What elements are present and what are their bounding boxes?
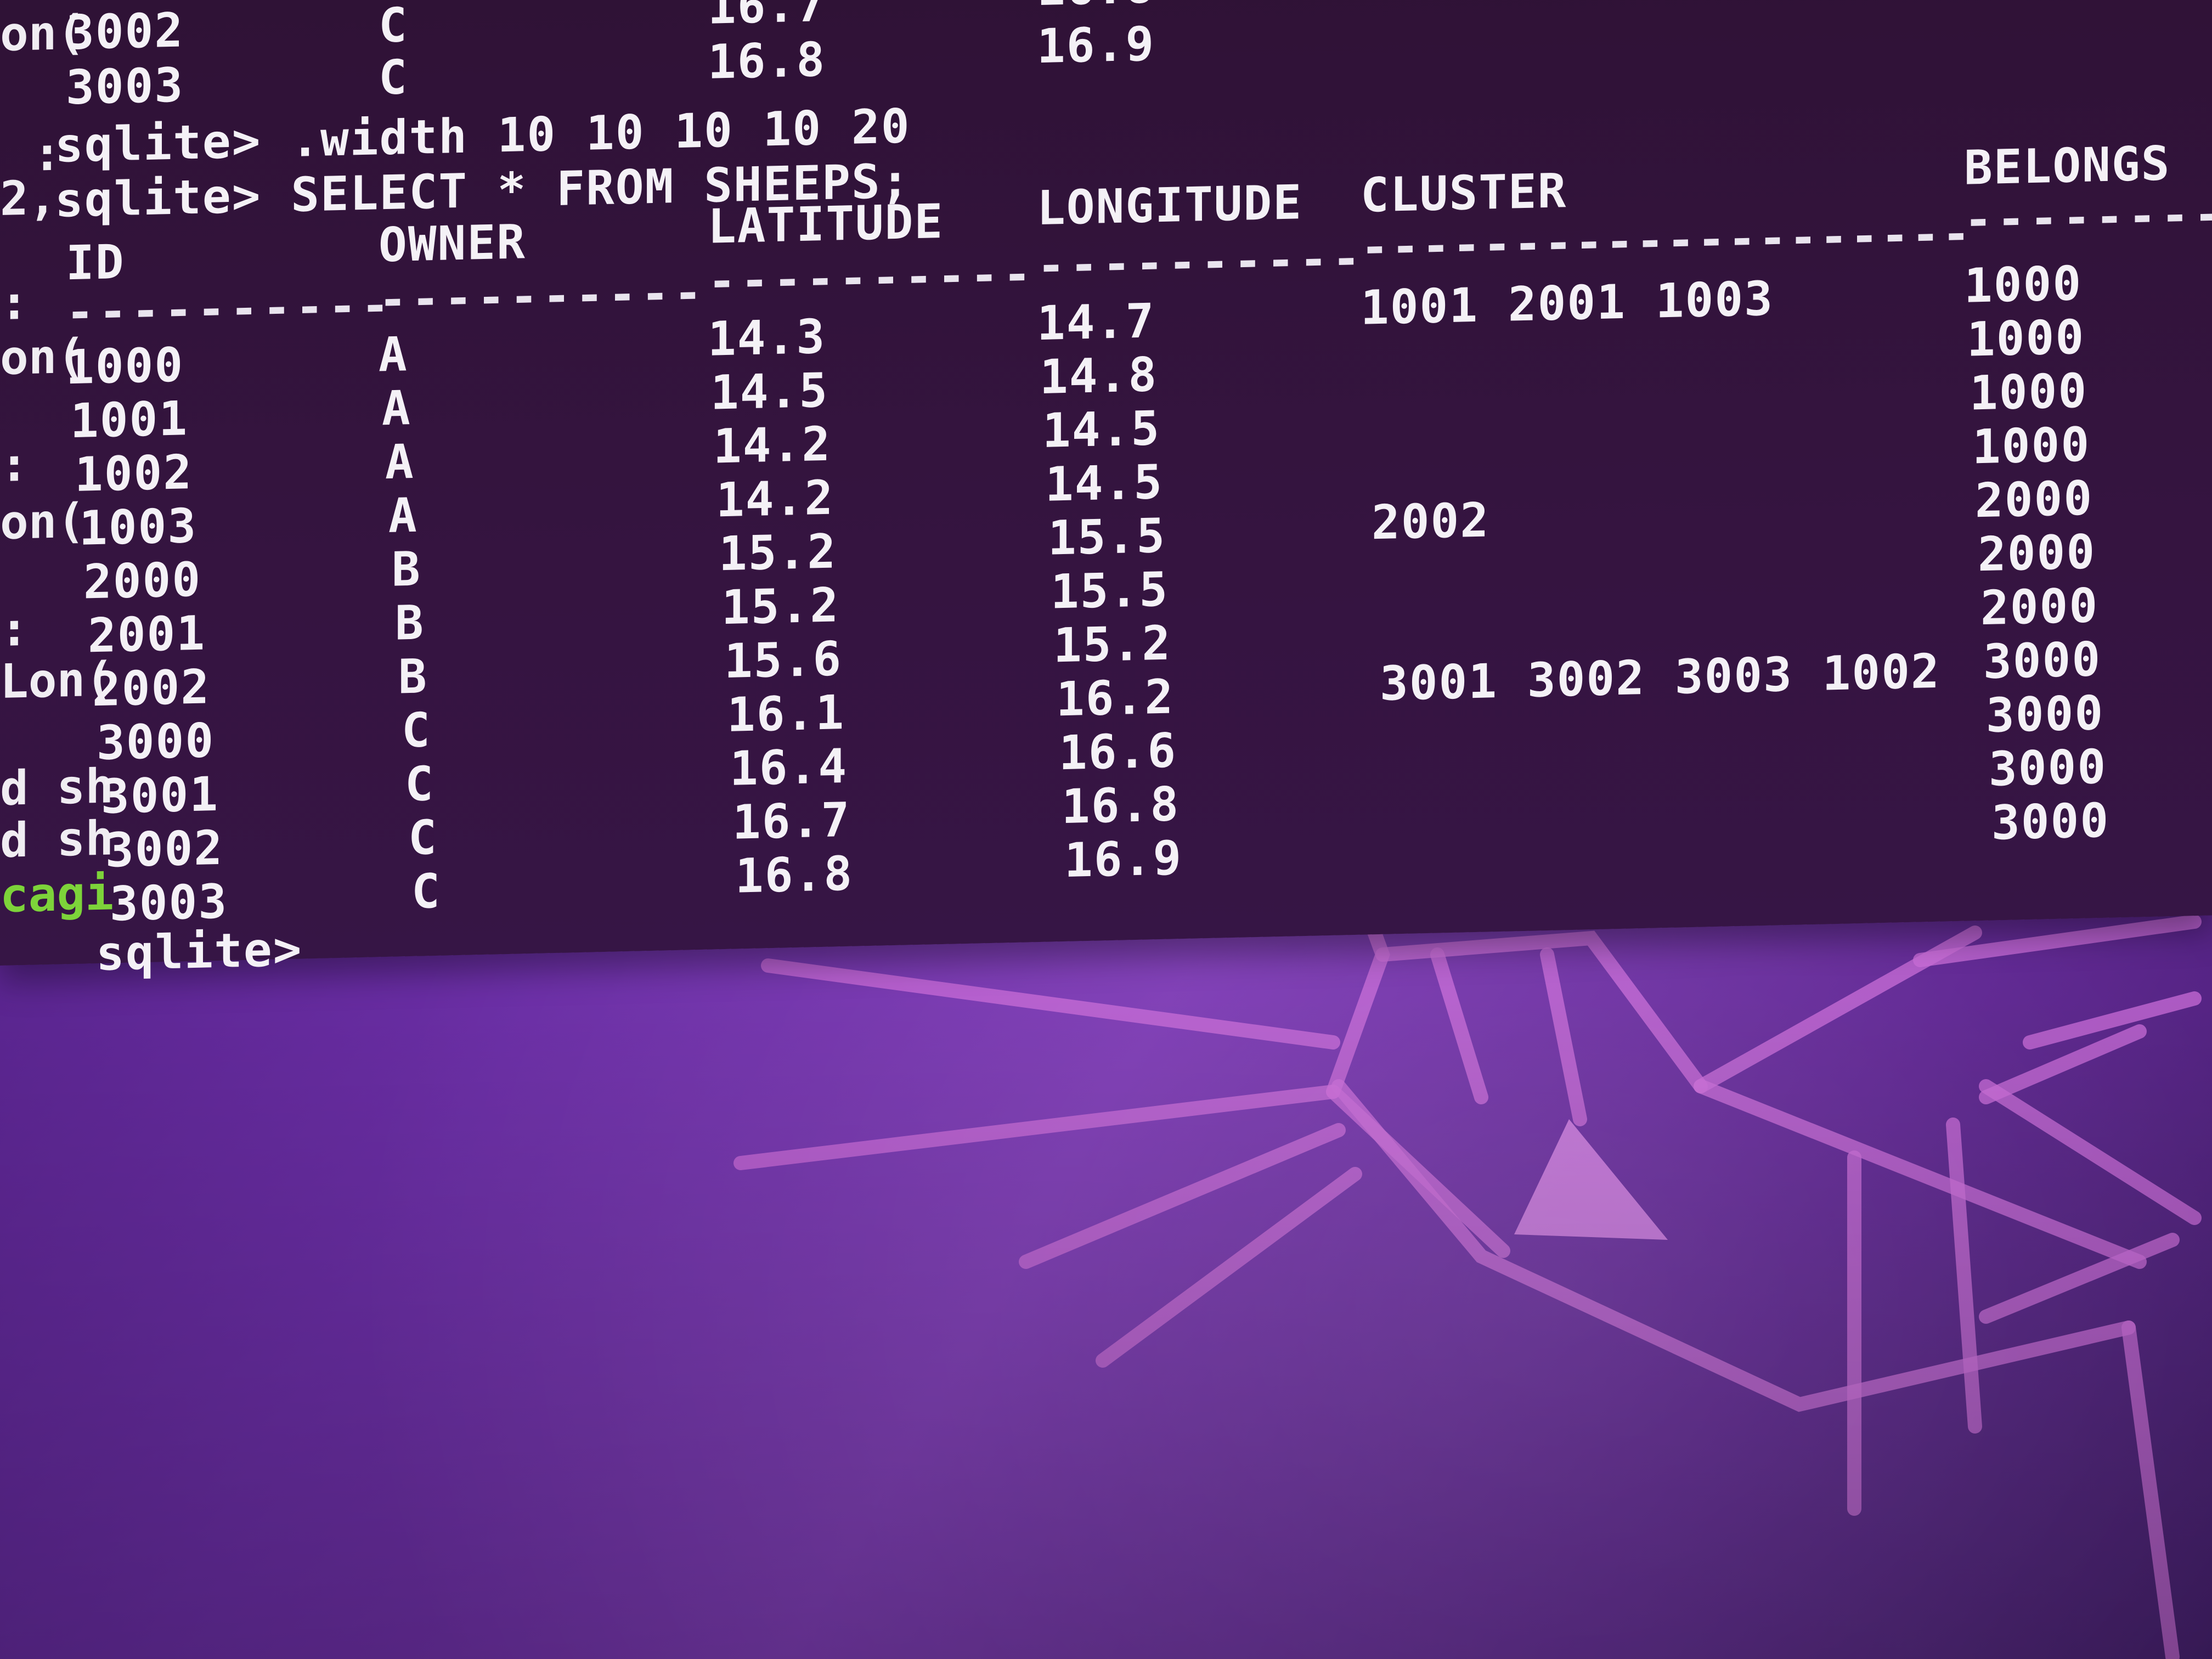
cell-belongs: 3000	[1986, 685, 2104, 743]
cell-latitude: 14.5	[710, 363, 829, 421]
cell-latitude: 15.6	[724, 631, 843, 690]
left-edge-fragment: d sh	[0, 811, 114, 868]
cell-belongs: 1000	[1970, 363, 2088, 421]
left-edge-fragment: on(	[0, 493, 86, 550]
prev-row-longitude: 16.8	[1037, 0, 1155, 16]
cell-id: 1000	[66, 337, 184, 396]
column-header-belongs: BELONGS	[1964, 136, 2171, 196]
terminal-window[interactable]: on( : 2, : on( : on( : Lon( d sh d sh ca…	[0, 0, 2212, 981]
cell-id: 1002	[75, 445, 193, 503]
cell-cluster: 3001 3002 3003 1002	[1380, 644, 1940, 712]
column-separator: ----------	[66, 278, 394, 341]
cell-owner: A	[379, 327, 408, 383]
cell-longitude: 16.6	[1059, 723, 1177, 781]
cell-latitude: 14.2	[716, 470, 834, 528]
prev-row-id: 3003	[66, 58, 184, 116]
cell-latitude: 16.1	[727, 685, 845, 743]
cell-belongs: 3000	[1989, 739, 2107, 797]
cell-latitude: 16.4	[730, 738, 848, 797]
cell-belongs: 1000	[1967, 309, 2085, 368]
cell-id: 2001	[88, 606, 206, 664]
left-edge-fragment: :	[0, 601, 29, 657]
cell-id: 3003	[110, 874, 228, 932]
cell-owner: B	[398, 649, 428, 705]
cell-longitude: 14.5	[1045, 454, 1164, 512]
prev-row-id: 3002	[66, 3, 184, 61]
cell-latitude: 16.8	[735, 846, 854, 904]
prev-row-latitude: 16.8	[708, 32, 826, 90]
cell-id: 3001	[101, 766, 219, 825]
cell-longitude: 16.2	[1056, 669, 1175, 727]
column-separator: --------	[1964, 187, 2212, 248]
column-separator: ----------	[379, 265, 707, 328]
cell-latitude: 14.3	[708, 309, 826, 367]
cell-belongs: 2000	[1975, 471, 2094, 529]
cell-id: 2000	[83, 552, 202, 610]
cell-latitude: 14.2	[713, 416, 832, 475]
cell-owner: C	[408, 810, 438, 866]
column-header-owner: OWNER	[379, 215, 526, 273]
cell-belongs: 1000	[1964, 256, 2083, 314]
cell-id: 3002	[105, 820, 224, 878]
cell-owner: A	[385, 434, 415, 490]
cell-belongs: 3000	[1983, 632, 2102, 690]
cell-latitude: 15.2	[719, 524, 837, 582]
cell-longitude: 14.5	[1042, 401, 1161, 459]
column-header-latitude: LATITUDE	[708, 194, 944, 255]
sqlite-prompt[interactable]: sqlite>	[96, 922, 302, 981]
cell-longitude: 15.2	[1053, 616, 1172, 674]
cell-owner: B	[395, 595, 425, 651]
cell-longitude: 15.5	[1051, 562, 1169, 620]
cell-belongs: 1000	[1972, 417, 2091, 475]
cell-owner: A	[388, 488, 418, 544]
cell-longitude: 14.8	[1040, 347, 1158, 405]
cell-belongs: 3000	[1991, 793, 2110, 851]
cell-owner: C	[402, 703, 431, 759]
prev-row-latitude: 16.7	[708, 0, 826, 35]
column-header-longitude: LONGITUDE	[1037, 175, 1302, 236]
cell-belongs: 2000	[1978, 524, 2096, 583]
prev-row-owner: C	[379, 50, 408, 106]
left-edge-fragment: 2,	[0, 170, 57, 227]
cell-owner: A	[382, 380, 411, 437]
cell-longitude: 16.9	[1064, 831, 1183, 888]
prev-row-owner: C	[379, 0, 408, 54]
cell-latitude: 15.2	[721, 578, 840, 636]
cell-id: 1001	[70, 391, 189, 449]
cell-id: 1003	[79, 498, 198, 556]
column-separator: --------------------	[1361, 206, 1973, 275]
column-header-id: ID	[66, 234, 125, 291]
column-separator: ----------	[1037, 231, 1365, 294]
cell-longitude: 15.5	[1048, 508, 1166, 566]
cell-longitude: 14.7	[1037, 294, 1155, 352]
cell-latitude: 16.7	[732, 792, 851, 850]
left-edge-fragment: cagi	[0, 866, 114, 923]
cell-cluster: 2002	[1372, 493, 1490, 551]
cell-owner: B	[392, 541, 421, 597]
cell-id: 2002	[92, 659, 211, 718]
cell-owner: C	[411, 864, 441, 919]
cell-cluster: 1001 2001 1003	[1361, 271, 1774, 336]
cell-id: 3000	[97, 713, 215, 771]
cell-belongs: 2000	[1980, 578, 2099, 636]
prev-row-longitude: 16.9	[1037, 16, 1155, 75]
cell-owner: C	[405, 757, 435, 812]
cell-longitude: 16.8	[1062, 777, 1180, 835]
column-separator: ----------	[708, 247, 1036, 309]
left-edge-fragment: :	[0, 437, 29, 493]
left-edge-fragment: :	[0, 275, 29, 331]
column-header-cluster: CLUSTER	[1361, 163, 1567, 223]
